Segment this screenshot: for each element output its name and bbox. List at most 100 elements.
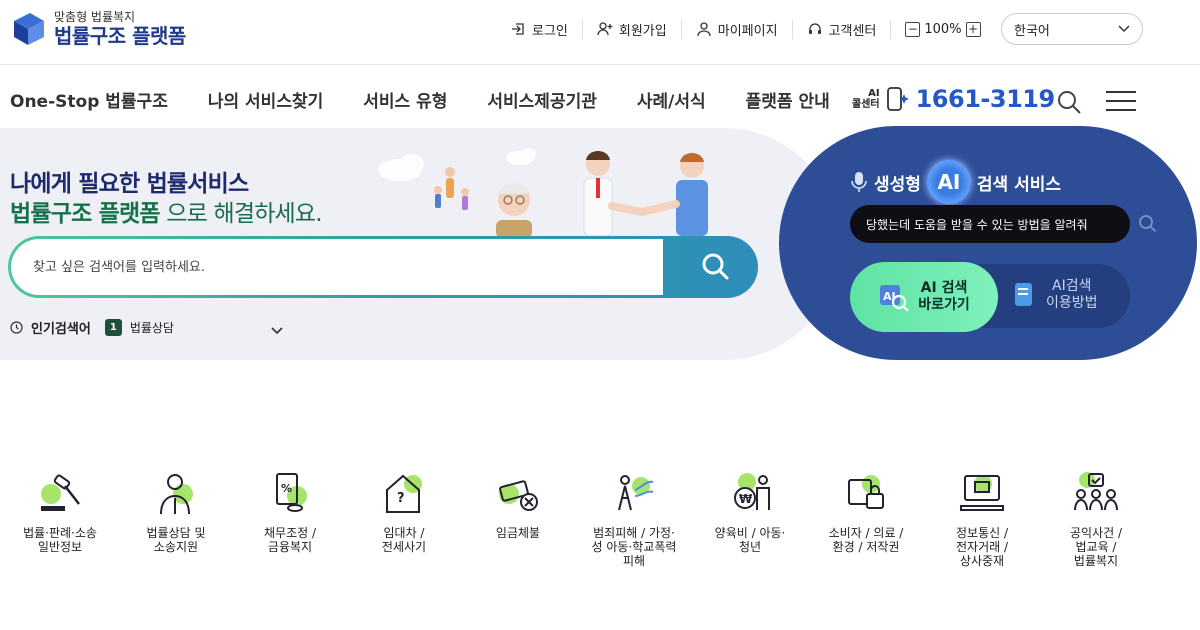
category-debt-finance[interactable]: % 채무조정 / 금융복지 <box>230 470 350 554</box>
login-label: 로그인 <box>532 23 568 39</box>
category-legal-info[interactable]: 법률·판례·소송 일반정보 <box>0 470 120 554</box>
ai-search-title: 생성형 AI 검색 서비스 <box>850 160 1061 204</box>
ai-title-prefix: 생성형 <box>874 174 921 195</box>
popular-keyword-link[interactable]: 법률상담 <box>130 319 174 336</box>
user-icon <box>697 22 711 37</box>
login-icon <box>512 23 524 35</box>
hero-subtitle-rest: 으로 해결하세요. <box>159 201 322 227</box>
chevron-down-icon[interactable] <box>270 326 284 335</box>
ai-query-input[interactable]: 당했는데 도움을 받을 수 있는 방법을 알려줘 <box>850 205 1130 243</box>
category-public-interest[interactable]: 공익사건 / 법교육 / 법률복지 <box>1036 470 1156 568</box>
category-label-line: 양육비 / 아동· <box>714 526 786 540</box>
ai-usage-guide-button[interactable]: AI검색 이용방법 <box>1012 278 1098 312</box>
nav-item-one-stop[interactable]: One-Stop 법률구조 <box>10 87 168 112</box>
callcenter-label: AI 콜센터 <box>852 88 880 110</box>
search-icon[interactable] <box>1056 89 1082 115</box>
ai-how-line1: AI검색 <box>1052 278 1092 294</box>
language-select[interactable]: 한국어 <box>1001 13 1143 45</box>
category-unpaid-wages[interactable]: 임금체불 <box>458 470 578 540</box>
category-label-line: 피해 <box>622 554 646 568</box>
ai-title-suffix: 검색 서비스 <box>976 174 1062 195</box>
category-label-line: 전자거래 / <box>955 540 1009 554</box>
ai-go-line2: 바로가기 <box>918 297 970 313</box>
gavel-icon <box>41 474 80 511</box>
ai-how-line2: 이용방법 <box>1046 295 1098 311</box>
hero-subtitle: 법률구조 플랫폼 으로 해결하세요. <box>10 194 323 228</box>
nav-item-find-service[interactable]: 나의 서비스찾기 <box>208 87 323 112</box>
mypage-link[interactable]: 마이페이지 <box>682 19 793 39</box>
category-label-line: 금융복지 <box>267 540 313 554</box>
language-value: 한국어 <box>1014 23 1050 39</box>
popular-label: 인기검색어 <box>31 322 91 337</box>
category-label-line: 소송지원 <box>153 540 199 554</box>
ai-magnifier-icon: AI <box>880 285 910 312</box>
main-search-bar <box>8 236 758 298</box>
category-child-support[interactable]: ₩ 양육비 / 아동· 청년 <box>690 470 810 554</box>
category-label-line: 임금체불 <box>495 526 541 540</box>
category-label-line: 정보통신 / <box>955 526 1009 540</box>
category-label-line: 일반정보 <box>37 540 83 554</box>
callcenter-label-text: 콜센터 <box>852 99 880 110</box>
hero-subtitle-bold: 법률구조 플랫폼 <box>10 201 161 227</box>
ai-action-group: AI AI 검색 바로가기 AI검색 이용방법 <box>850 262 1130 332</box>
hamburger-menu-icon[interactable] <box>1106 91 1136 113</box>
crime-victim-icon <box>618 475 654 511</box>
category-label-line: 법률상담 및 <box>146 526 206 540</box>
main-search-input[interactable] <box>33 259 633 275</box>
category-label-line: 법률·판례·소송 <box>23 526 97 540</box>
svg-text:₩: ₩ <box>739 492 753 506</box>
category-label-line: 공익사건 / <box>1069 526 1123 540</box>
site-logo[interactable]: 맞춤형 법률복지 법률구조 플랫폼 <box>10 10 186 48</box>
callcenter-number: 1661-3119 <box>915 85 1056 113</box>
category-label-line: 전세사기 <box>381 540 427 554</box>
callcenter-ai-text: AI <box>868 88 880 99</box>
phone-ai-icon <box>886 87 909 111</box>
hero-title: 나에게 필요한 법률서비스 <box>10 171 249 197</box>
category-label-line: 청년 <box>738 540 762 554</box>
nav-item-cases-forms[interactable]: 사례/서식 <box>637 87 706 112</box>
search-icon[interactable] <box>1138 214 1158 234</box>
ai-badge: AI <box>926 160 971 204</box>
svg-text:?: ? <box>397 491 405 506</box>
mypage-label: 마이페이지 <box>717 23 778 39</box>
child-support-icon: ₩ <box>734 473 770 510</box>
category-legal-consult[interactable]: 법률상담 및 소송지원 <box>116 470 236 554</box>
ai-callcenter[interactable]: AI 콜센터 1661-3119 <box>852 85 1055 113</box>
support-link[interactable]: 고객센터 <box>793 19 892 39</box>
clock-icon <box>10 321 23 334</box>
zoom-in-button[interactable]: + <box>965 21 981 37</box>
signup-label: 회원가입 <box>618 23 667 39</box>
add-user-icon <box>597 22 613 36</box>
book-icon <box>1015 283 1032 306</box>
unpaid-wage-icon <box>499 480 538 511</box>
nav-item-service-types[interactable]: 서비스 유형 <box>363 87 447 112</box>
top-utility-bar: 맞춤형 법률복지 법률구조 플랫폼 로그인 회원가입 마이페이지 고객센터 − … <box>0 0 1200 62</box>
debt-document-icon: % <box>276 473 307 512</box>
login-link[interactable]: 로그인 <box>496 19 583 39</box>
category-crime-victim[interactable]: 범죄피해 / 가정· 성 아동·학교폭력 피해 <box>574 470 694 568</box>
category-ict[interactable]: 정보통신 / 전자거래 / 상사중재 <box>922 470 1042 568</box>
search-submit-icon[interactable] <box>698 249 734 285</box>
microphone-icon <box>851 172 867 192</box>
category-label-line: 임대차 / <box>383 526 425 540</box>
nav-item-providers[interactable]: 서비스제공기관 <box>487 87 596 112</box>
signup-link[interactable]: 회원가입 <box>583 19 682 39</box>
logo-mark-icon <box>10 11 46 47</box>
category-label-line: 성 아동·학교폭력 <box>591 540 677 554</box>
ai-search-go-button[interactable]: AI AI 검색 바로가기 <box>850 262 998 332</box>
logo-subtitle: 맞춤형 법률복지 <box>54 10 136 24</box>
headset-icon <box>808 23 821 34</box>
support-label: 고객센터 <box>828 23 877 39</box>
category-label-line: 법률복지 <box>1073 554 1119 568</box>
hero-illustration <box>378 148 708 238</box>
category-consumer[interactable]: 소비자 / 의료 / 환경 / 저작권 <box>806 470 926 554</box>
category-lease-fraud[interactable]: ? 임대차 / 전세사기 <box>344 470 464 554</box>
zoom-level: 100% <box>924 21 962 37</box>
public-interest-icon <box>1074 472 1118 511</box>
category-label-line: 범죄피해 / 가정· <box>593 526 675 540</box>
ai-go-line1: AI 검색 <box>920 280 968 296</box>
nav-item-platform-guide[interactable]: 플랫폼 안내 <box>746 87 830 112</box>
category-label-line: 법교육 / <box>1075 540 1117 554</box>
zoom-out-button[interactable]: − <box>905 21 921 37</box>
popular-keywords: 인기검색어 1 법률상담 <box>10 318 174 337</box>
